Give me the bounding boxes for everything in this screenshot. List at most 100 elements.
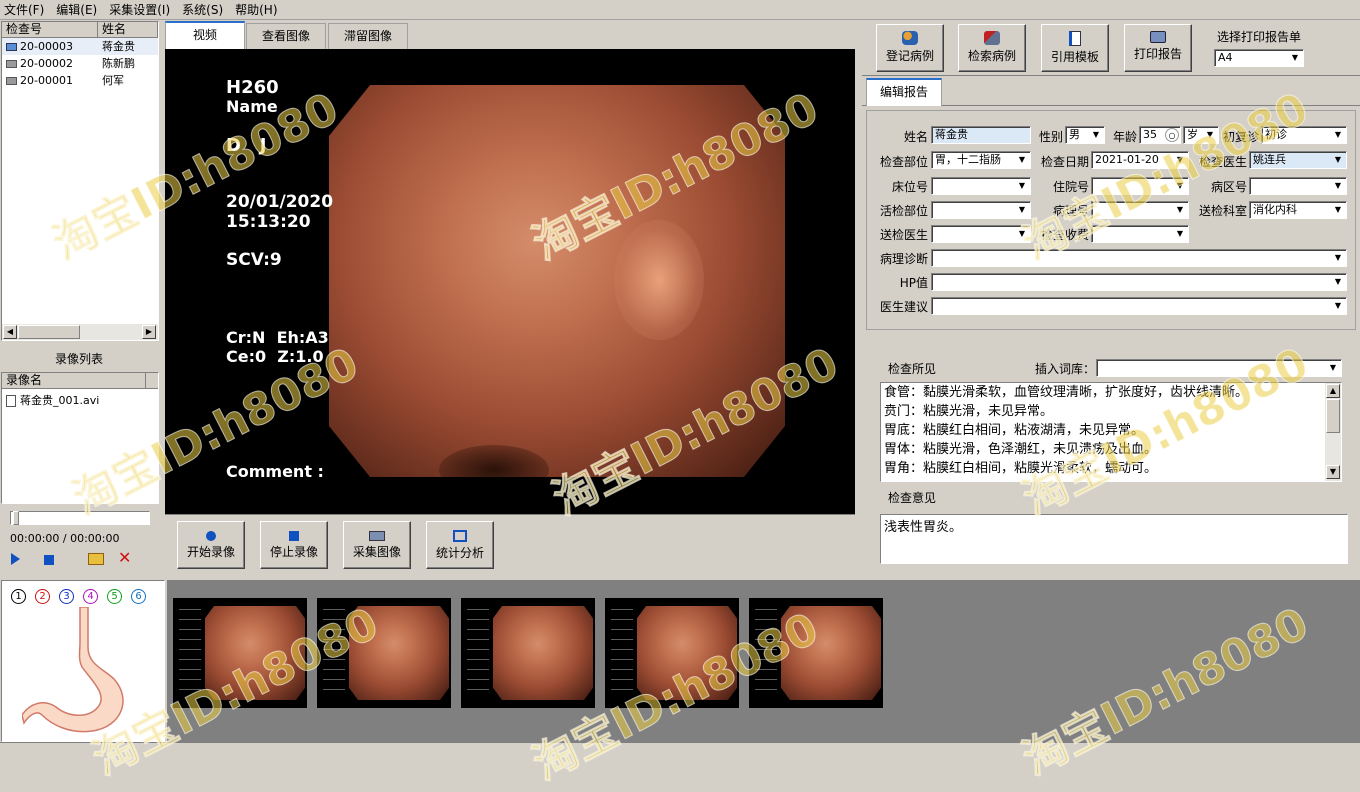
stomach-icon bbox=[22, 607, 124, 733]
ward-select[interactable]: ▼ bbox=[1249, 177, 1347, 195]
patient-list-hscrollbar[interactable]: ◀ ▶ bbox=[2, 324, 158, 340]
chevron-down-icon[interactable]: ▼ bbox=[1015, 153, 1029, 167]
col-name[interactable]: 姓名 bbox=[98, 22, 158, 37]
captured-image-thumbnail[interactable] bbox=[317, 598, 451, 708]
scroll-thumb[interactable] bbox=[18, 325, 80, 339]
date-label: 检查日期 bbox=[1040, 155, 1089, 169]
chevron-down-icon[interactable]: ▼ bbox=[1326, 361, 1340, 375]
apply-template-button[interactable]: 引用模板 bbox=[1041, 24, 1109, 72]
chevron-down-icon[interactable]: ▼ bbox=[1331, 203, 1345, 217]
chevron-down-icon[interactable]: ▼ bbox=[1173, 179, 1187, 193]
inpatient-select[interactable]: ▼ bbox=[1091, 177, 1189, 195]
marker-2[interactable]: 2 bbox=[35, 589, 50, 604]
marker-6[interactable]: 6 bbox=[131, 589, 146, 604]
chevron-down-icon[interactable]: ▼ bbox=[1089, 128, 1103, 142]
chevron-down-icon[interactable]: ▼ bbox=[1331, 128, 1345, 142]
menu-capture-settings[interactable]: 采集设置(I) bbox=[109, 1, 170, 18]
video-view[interactable]: H260 Name D J 20/01/2020 15:13:20 SCV:9 … bbox=[165, 49, 855, 514]
sex-select[interactable]: 男 ▼ bbox=[1065, 126, 1105, 144]
part-select[interactable]: 胃，十二指肠 ▼ bbox=[931, 151, 1031, 169]
chevron-down-icon[interactable]: ▼ bbox=[1203, 128, 1217, 142]
spin-icon[interactable]: ○ bbox=[1165, 128, 1179, 142]
capture-image-button[interactable]: 采集图像 bbox=[343, 521, 411, 569]
hp-select[interactable]: ▼ bbox=[931, 273, 1347, 291]
captured-image-thumbnail[interactable] bbox=[461, 598, 595, 708]
patient-row[interactable]: 20-00002 陈新鹏 bbox=[2, 55, 158, 72]
tab-view-images[interactable]: 查看图像 bbox=[246, 23, 326, 49]
age-unit-select[interactable]: 岁 ▼ bbox=[1183, 126, 1219, 144]
captured-image-thumbnail[interactable] bbox=[173, 598, 307, 708]
chevron-down-icon[interactable]: ▼ bbox=[1173, 227, 1187, 241]
open-folder-icon[interactable] bbox=[88, 553, 104, 565]
fee-select[interactable]: ▼ bbox=[1091, 225, 1189, 243]
date-picker[interactable]: 2021-01-20 ▼ bbox=[1091, 151, 1189, 169]
scroll-up-icon[interactable]: ▲ bbox=[1326, 384, 1340, 398]
patient-row[interactable]: 20-00003 蒋金贵 bbox=[2, 38, 158, 55]
biopsy-select[interactable]: ▼ bbox=[931, 201, 1031, 219]
statistics-button[interactable]: 统计分析 bbox=[426, 521, 494, 569]
opinion-textarea[interactable]: 浅表性胃炎。 bbox=[880, 514, 1348, 564]
play-icon[interactable] bbox=[11, 553, 20, 565]
captured-image-thumbnail[interactable] bbox=[605, 598, 739, 708]
chevron-down-icon[interactable]: ▼ bbox=[1331, 153, 1345, 167]
scroll-right-icon[interactable]: ▶ bbox=[142, 325, 156, 339]
findings-vscrollbar[interactable]: ▲ ▼ bbox=[1325, 383, 1341, 481]
tab-video[interactable]: 视频 bbox=[165, 21, 245, 49]
scroll-left-icon[interactable]: ◀ bbox=[3, 325, 17, 339]
captured-image-thumbnail[interactable] bbox=[749, 598, 883, 708]
scroll-thumb[interactable] bbox=[1326, 399, 1340, 433]
patient-row[interactable]: 20-00001 何军 bbox=[2, 72, 158, 89]
menu-help[interactable]: 帮助(H) bbox=[235, 1, 277, 18]
name-field[interactable]: 蒋金贵 bbox=[931, 126, 1031, 144]
chevron-down-icon[interactable]: ▼ bbox=[1331, 179, 1345, 193]
age-field[interactable]: 35 ○ bbox=[1139, 126, 1181, 144]
pathno-select[interactable]: ▼ bbox=[1091, 201, 1189, 219]
pathdiag-select[interactable]: ▼ bbox=[931, 249, 1347, 267]
start-recording-button[interactable]: 开始录像 bbox=[177, 521, 245, 569]
marker-5[interactable]: 5 bbox=[107, 589, 122, 604]
print-template-select[interactable]: A4 ▼ bbox=[1214, 49, 1304, 67]
stop-recording-button[interactable]: 停止录像 bbox=[260, 521, 328, 569]
findings-textarea[interactable]: 食管：黏膜光滑柔软，血管纹理清晰，扩张度好，齿状线清晰。 贲门：粘膜光滑，未见异… bbox=[880, 382, 1342, 482]
recording-file-item[interactable]: 蒋金贵_001.avi bbox=[2, 392, 158, 409]
playback-slider[interactable] bbox=[10, 511, 150, 525]
visit-select[interactable]: 初诊 ▼ bbox=[1261, 126, 1347, 144]
bed-select[interactable]: ▼ bbox=[931, 177, 1031, 195]
chevron-down-icon[interactable]: ▼ bbox=[1331, 275, 1345, 289]
menu-edit[interactable]: 编辑(E) bbox=[56, 1, 97, 18]
advice-select[interactable]: ▼ bbox=[931, 297, 1347, 315]
chevron-down-icon[interactable]: ▼ bbox=[1331, 299, 1345, 313]
doctor-select[interactable]: 姚连兵 ▼ bbox=[1249, 151, 1347, 169]
pathno-label: 病理号 bbox=[1052, 204, 1089, 218]
stomach-diagram-panel[interactable]: 1 2 3 4 5 6 bbox=[1, 580, 165, 742]
search-case-button[interactable]: 检索病例 bbox=[958, 24, 1026, 72]
chevron-down-icon[interactable]: ▼ bbox=[1015, 203, 1029, 217]
patient-list[interactable]: 检查号 姓名 20-00003 蒋金贵 20-00002 陈新鹏 20-0000… bbox=[1, 21, 159, 341]
chevron-down-icon[interactable]: ▼ bbox=[1331, 251, 1345, 265]
print-report-button[interactable]: 打印报告 bbox=[1124, 24, 1192, 72]
col-exam-no[interactable]: 检查号 bbox=[2, 22, 98, 37]
chevron-down-icon[interactable]: ▼ bbox=[1173, 203, 1187, 217]
marker-1[interactable]: 1 bbox=[11, 589, 26, 604]
recording-list[interactable]: 录像名 蒋金贵_001.avi bbox=[1, 372, 159, 504]
marker-4[interactable]: 4 bbox=[83, 589, 98, 604]
tab-edit-report[interactable]: 编辑报告 bbox=[866, 78, 942, 106]
slider-thumb[interactable] bbox=[13, 511, 19, 525]
chevron-down-icon[interactable]: ▼ bbox=[1173, 153, 1187, 167]
delete-icon[interactable]: ✕ bbox=[118, 549, 131, 567]
ward-label: 病区号 bbox=[1210, 180, 1247, 194]
menu-system[interactable]: 系统(S) bbox=[182, 1, 223, 18]
chevron-down-icon[interactable]: ▼ bbox=[1288, 51, 1302, 65]
marker-3[interactable]: 3 bbox=[59, 589, 74, 604]
lexicon-select[interactable]: ▼ bbox=[1096, 359, 1342, 377]
stop-icon[interactable] bbox=[44, 555, 54, 565]
dept-select[interactable]: 消化内科 ▼ bbox=[1249, 201, 1347, 219]
chevron-down-icon[interactable]: ▼ bbox=[1015, 227, 1029, 241]
senddoc-select[interactable]: ▼ bbox=[931, 225, 1031, 243]
menu-bar: 文件(F) 编辑(E) 采集设置(I) 系统(S) 帮助(H) bbox=[0, 0, 1360, 20]
chevron-down-icon[interactable]: ▼ bbox=[1015, 179, 1029, 193]
tab-retained-images[interactable]: 滞留图像 bbox=[328, 23, 408, 49]
scroll-down-icon[interactable]: ▼ bbox=[1326, 465, 1340, 479]
menu-file[interactable]: 文件(F) bbox=[4, 1, 44, 18]
register-case-button[interactable]: 登记病例 bbox=[876, 24, 944, 72]
